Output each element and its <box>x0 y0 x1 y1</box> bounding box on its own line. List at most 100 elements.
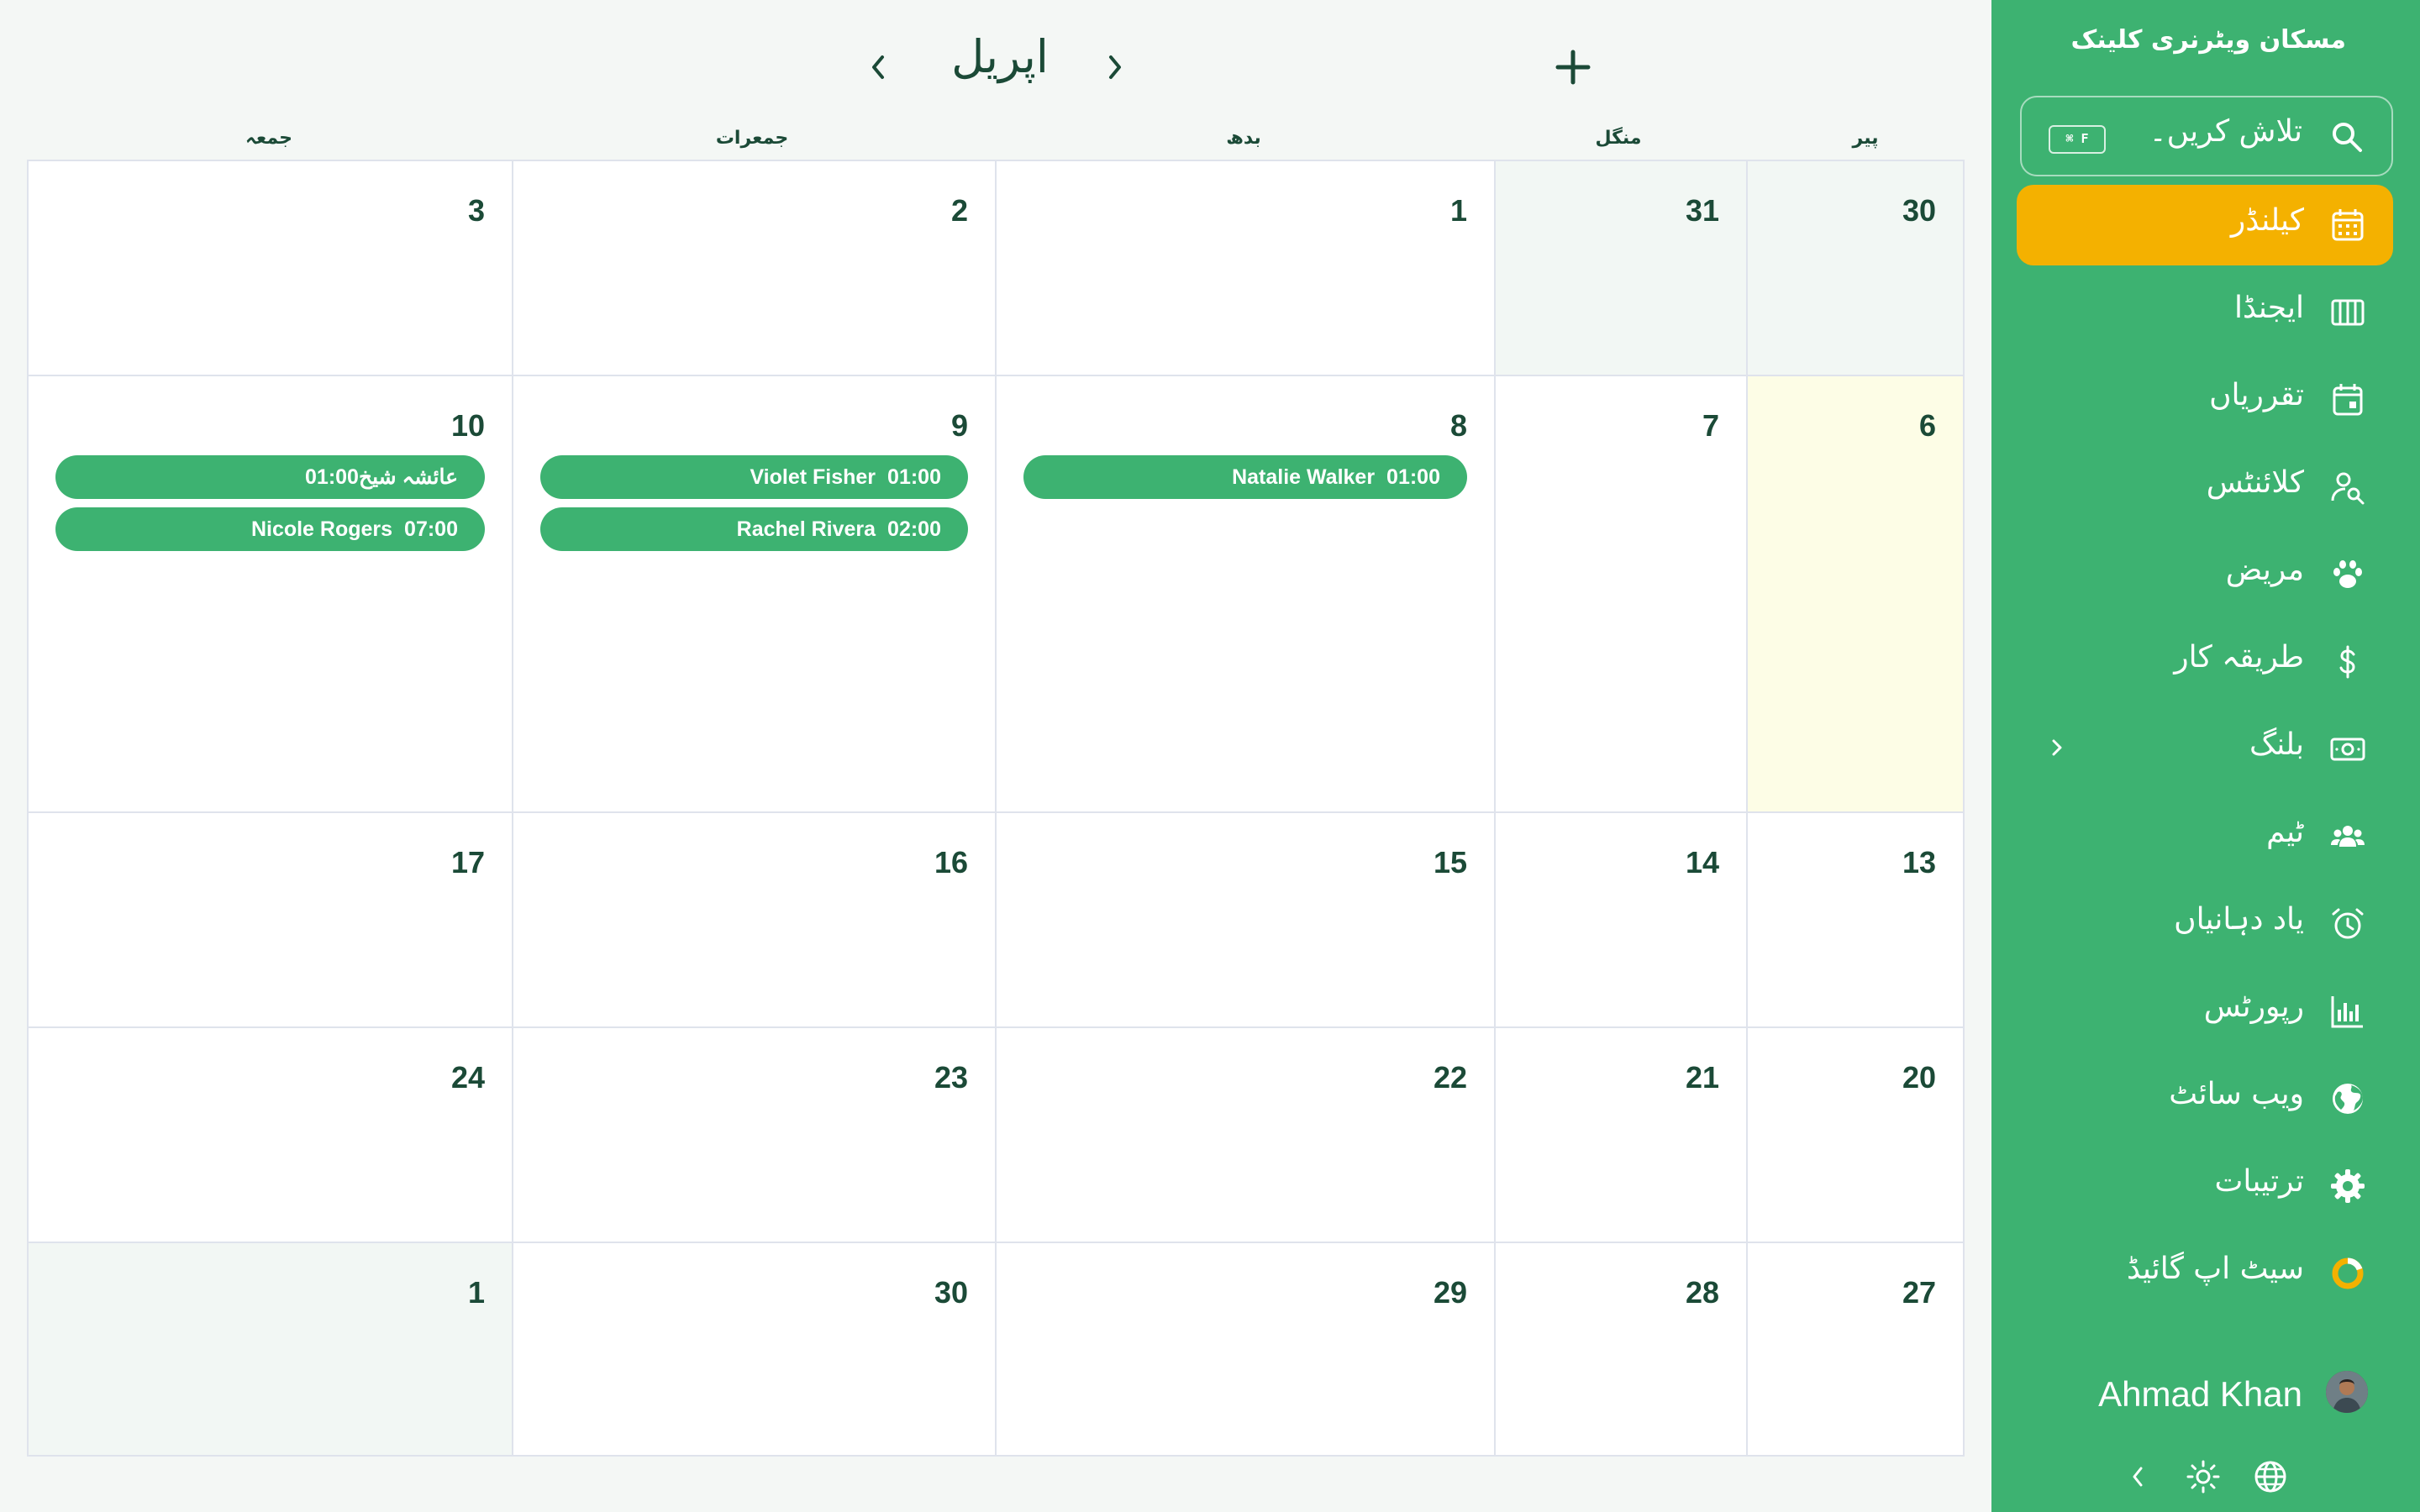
day-cell[interactable]: 29 <box>997 1243 1496 1457</box>
day-number: 2 <box>950 193 968 228</box>
user-profile[interactable]: Ahmad Khan <box>2032 1371 2368 1421</box>
day-cell[interactable]: 17 <box>29 813 513 1028</box>
weekday-header-mon: پیر <box>1852 128 1879 149</box>
day-cell[interactable]: 7 <box>1496 376 1748 813</box>
day-cell[interactable]: 15 <box>997 813 1496 1028</box>
nav-label: تقرریاں <box>2209 378 2304 412</box>
day-cell[interactable]: 24 <box>29 1028 513 1243</box>
language-globe-icon[interactable] <box>2252 1458 2289 1495</box>
day-number: 22 <box>1433 1060 1467 1095</box>
nav-label: ترتیبات <box>2214 1164 2305 1199</box>
day-cell[interactable]: 22 <box>997 1028 1496 1243</box>
event-pill[interactable]: Violet Fisher 01:00 <box>540 455 968 499</box>
event-time: 07:00 <box>404 517 458 541</box>
day-cell[interactable]: 8 Natalie Walker 01:00 <box>997 376 1496 813</box>
next-month-arrow-icon[interactable] <box>1102 50 1128 84</box>
nav-label: سیٹ اپ گائیڈ <box>2126 1252 2304 1286</box>
day-number: 8 <box>1449 408 1467 443</box>
nav-procedures[interactable]: طریقہ کار <box>2017 622 2393 702</box>
search-shortcut-badge: ⌘ F <box>2049 125 2106 154</box>
previous-month-arrow-icon[interactable] <box>865 50 891 84</box>
day-number: 23 <box>934 1060 968 1095</box>
day-cell[interactable]: 13 <box>1748 813 1965 1028</box>
chevron-right-icon[interactable] <box>2040 729 2074 766</box>
search-placeholder: تلاش کریں۔ <box>2149 114 2302 149</box>
globe-icon <box>2333 1084 2363 1114</box>
sun-theme-icon[interactable] <box>2185 1458 2222 1495</box>
nav-website[interactable]: ویب سائٹ <box>2017 1058 2393 1139</box>
event-pill[interactable]: Nicole Rogers 07:00 <box>55 507 485 551</box>
event-client-name: Natalie Walker <box>1232 465 1376 489</box>
day-number: 3 <box>467 193 485 228</box>
day-cell[interactable]: 30 <box>1748 161 1965 376</box>
clinic-name: مسکان ویٹرنری کلینک <box>2070 25 2346 55</box>
agenda-columns-icon <box>2331 299 2365 326</box>
event-time: 02:00 <box>887 517 941 541</box>
day-cell[interactable]: 1 <box>29 1243 513 1457</box>
user-name: Ahmad Khan <box>2098 1374 2302 1414</box>
day-cell[interactable]: 10 عائشہ شیخ01:00 Nicole Rogers 07:00 <box>29 376 513 813</box>
day-number: 27 <box>1902 1275 1936 1310</box>
gear-icon <box>2331 1169 2365 1203</box>
nav-appointments[interactable]: تقرریاں <box>2017 360 2393 440</box>
day-cell[interactable]: 28 <box>1496 1243 1748 1457</box>
day-number: 14 <box>1685 845 1719 879</box>
day-number: 20 <box>1902 1060 1936 1095</box>
nav-team[interactable]: ٹیم <box>2017 796 2393 877</box>
event-time: 01:00 <box>305 465 359 489</box>
day-cell[interactable]: 20 <box>1748 1028 1965 1243</box>
nav-label: کلائنٹس <box>2206 465 2304 500</box>
banknote-icon <box>2330 738 2365 761</box>
avatar <box>2326 1371 2368 1413</box>
event-client-name: Violet Fisher <box>750 465 876 489</box>
day-number: 30 <box>934 1275 968 1310</box>
nav-label: مریض <box>2225 553 2304 587</box>
nav-settings[interactable]: ترتیبات <box>2017 1146 2393 1226</box>
collapse-chevron-left-icon[interactable] <box>2119 1458 2156 1495</box>
day-cell[interactable]: 14 <box>1496 813 1748 1028</box>
client-search-icon <box>2331 472 2365 505</box>
day-cell[interactable]: 31 <box>1496 161 1748 376</box>
event-client-name: Rachel Rivera <box>736 517 876 541</box>
alarm-clock-icon <box>2332 908 2364 939</box>
day-cell[interactable]: 6 <box>1748 376 1965 813</box>
event-pill[interactable]: Rachel Rivera 02:00 <box>540 507 968 551</box>
add-event-plus-icon[interactable] <box>1553 47 1593 87</box>
day-number: 21 <box>1685 1060 1719 1095</box>
event-time: 01:00 <box>1386 465 1440 489</box>
nav-reminders[interactable]: یاد دہانیاں <box>2017 884 2393 964</box>
day-cell[interactable]: 27 <box>1748 1243 1965 1457</box>
day-cell[interactable]: 9 Violet Fisher 01:00 Rachel Rivera 02:00 <box>513 376 997 813</box>
day-number: 6 <box>1918 408 1936 443</box>
month-title: اپریل <box>951 30 1049 83</box>
nav-label: کیلنڈر <box>2230 203 2304 238</box>
nav-calendar[interactable]: کیلنڈر <box>2017 185 2393 265</box>
nav-setup-guide[interactable]: سیٹ اپ گائیڈ <box>2017 1233 2393 1314</box>
nav-clients[interactable]: کلائنٹس <box>2017 447 2393 528</box>
nav-reports[interactable]: رپورٹس <box>2017 971 2393 1052</box>
day-cell[interactable]: 30 <box>513 1243 997 1457</box>
paw-icon <box>2333 560 2362 588</box>
day-cell[interactable]: 3 <box>29 161 513 376</box>
weekday-header-fri: جمعہ <box>245 128 292 149</box>
event-pill[interactable]: Natalie Walker 01:00 <box>1023 455 1467 499</box>
day-cell[interactable]: 1 <box>997 161 1496 376</box>
day-cell[interactable]: 16 <box>513 813 997 1028</box>
day-number: 28 <box>1685 1275 1719 1310</box>
day-cell[interactable]: 21 <box>1496 1028 1748 1243</box>
day-number: 15 <box>1433 845 1467 879</box>
day-number: 16 <box>934 845 968 879</box>
nav-patients[interactable]: مریض <box>2017 534 2393 615</box>
event-pill[interactable]: عائشہ شیخ01:00 <box>55 455 485 499</box>
day-number: 1 <box>467 1275 485 1310</box>
nav-agenda[interactable]: ایجنڈا <box>2017 272 2393 353</box>
bar-chart-icon <box>2331 996 2363 1028</box>
day-cell[interactable]: 23 <box>513 1028 997 1243</box>
nav-label: یاد دہانیاں <box>2174 902 2304 937</box>
day-number: 24 <box>450 1060 485 1095</box>
search-box[interactable]: تلاش کریں۔ ⌘ F <box>2020 96 2393 176</box>
nav-billing[interactable]: بلنگ <box>2017 709 2393 790</box>
nav-label: رپورٹس <box>2203 990 2304 1024</box>
day-cell[interactable]: 2 <box>513 161 997 376</box>
nav-label: بلنگ <box>2249 727 2304 762</box>
